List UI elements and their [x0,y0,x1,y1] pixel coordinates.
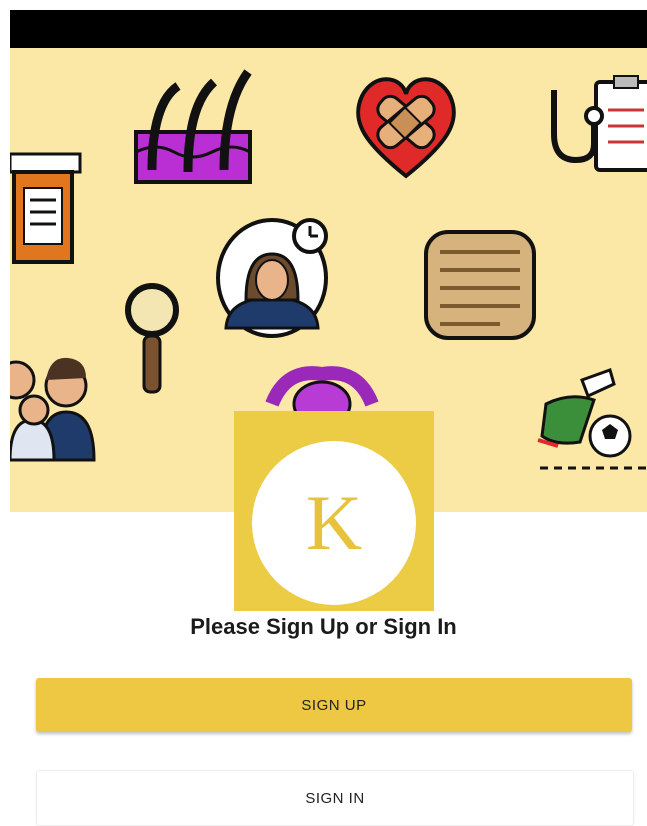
stethoscope-clipboard-icon [551,75,647,172]
intestines-icon [424,230,536,340]
sign-in-button[interactable]: SIGN IN [36,770,634,826]
heart-bandage-icon [356,77,456,179]
family-icon [10,357,96,462]
app-logo: K [234,411,434,611]
status-bar [10,10,647,48]
sign-in-prompt: Please Sign Up or Sign In [190,614,457,639]
magnifier-icon [125,283,179,394]
soccer-injury-icon [537,368,647,470]
logo-circle: K [252,441,416,605]
pill-bottle-icon [10,152,82,264]
sleeping-woman-clock-icon [216,218,328,338]
sign-up-button[interactable]: SIGN UP [36,678,632,732]
hair-follicle-icon [134,69,252,184]
logo-letter: K [305,479,363,566]
